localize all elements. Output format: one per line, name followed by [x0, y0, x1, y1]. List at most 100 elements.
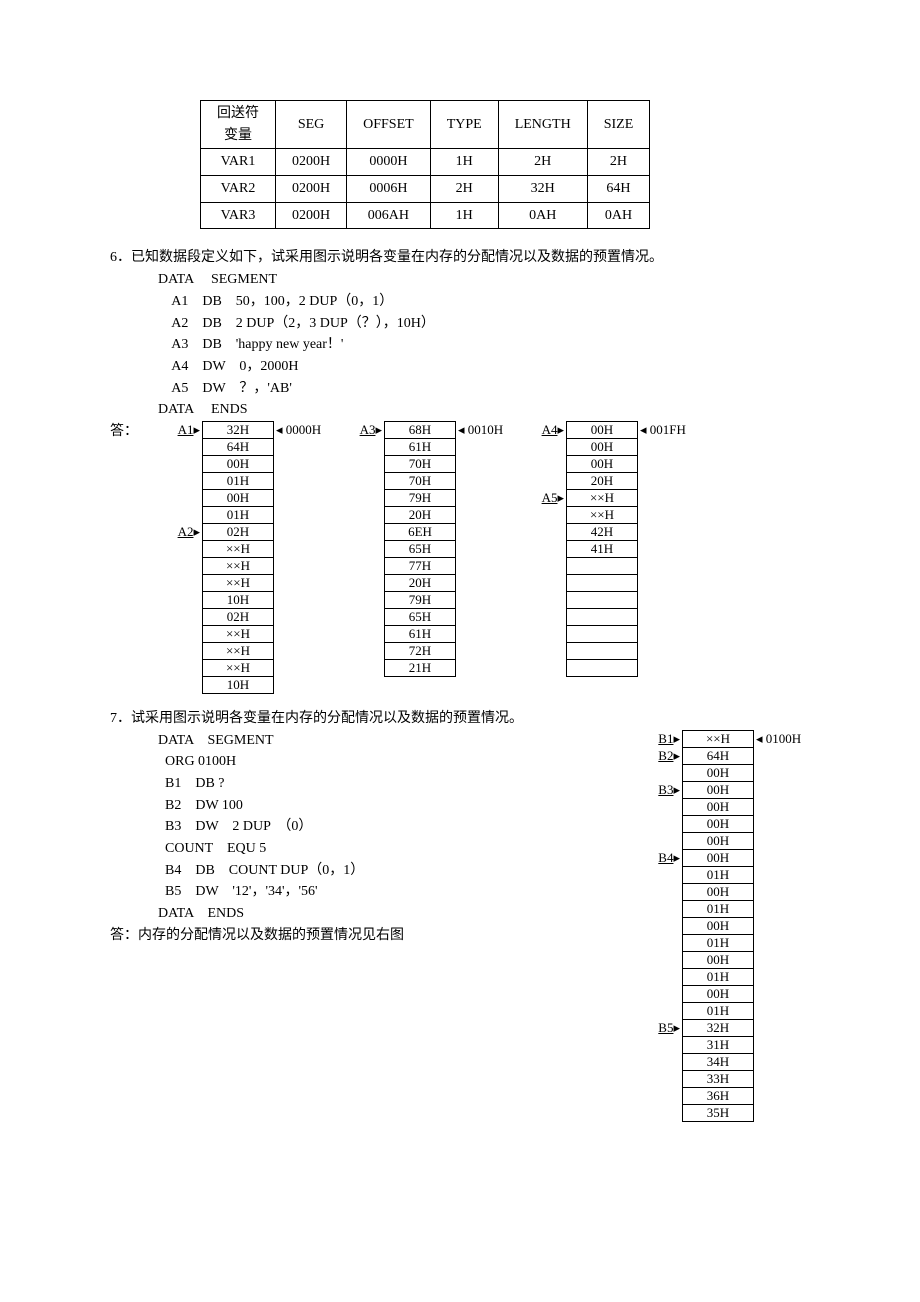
mem-label [638, 832, 682, 849]
mem-label [158, 506, 202, 523]
mem-addr [754, 985, 810, 1002]
th-length: LENGTH [498, 101, 587, 149]
mem-addr [274, 557, 330, 574]
mem-label [522, 438, 566, 455]
mem-addr [456, 472, 512, 489]
mem-cell: 79H [385, 489, 456, 506]
mem-label: A5▸ [522, 489, 566, 506]
mem-label [522, 625, 566, 642]
mem-addr [274, 659, 330, 676]
mem-label [522, 455, 566, 472]
mem-label: B4▸ [638, 849, 682, 866]
mem-addr [638, 574, 694, 591]
mem-addr [274, 506, 330, 523]
mem-addr [456, 523, 512, 540]
mem-cell: 79H [385, 591, 456, 608]
mem-label: A2▸ [158, 523, 202, 540]
mem-addr [638, 540, 694, 557]
cell: 006AH [347, 202, 431, 229]
table-row: VAR3 0200H 006AH 1H 0AH 0AH [201, 202, 650, 229]
mem-addr [754, 1002, 810, 1019]
mem-cell [567, 608, 638, 625]
mem-addr [274, 438, 330, 455]
mem-addr [754, 747, 810, 764]
mem-addr [754, 917, 810, 934]
mem-addr [456, 438, 512, 455]
mem-cell: 01H [203, 472, 274, 489]
mem-label [158, 489, 202, 506]
mem-label [638, 934, 682, 951]
mem-addr [754, 883, 810, 900]
mem-cell: 72H [385, 642, 456, 659]
mem-cell: 00H [683, 832, 754, 849]
mem-label [158, 557, 202, 574]
mem-addr [638, 557, 694, 574]
mem-cell: 77H [385, 557, 456, 574]
q6-code-5: A5 DW ？，'AB' [110, 378, 810, 400]
var-table: 回送符变量 SEG OFFSET TYPE LENGTH SIZE VAR1 0… [200, 100, 650, 229]
mem-addr [456, 659, 512, 676]
mem-addr [638, 608, 694, 625]
table-row: VAR2 0200H 0006H 2H 32H 64H [201, 176, 650, 203]
mem-addr: ◂ 0000H [274, 421, 330, 438]
mem-cell: 32H [203, 421, 274, 438]
mem-addr [638, 642, 694, 659]
mem-cell: 21H [385, 659, 456, 676]
mem-label [638, 1070, 682, 1087]
mem-addr [456, 489, 512, 506]
mem-label [340, 472, 384, 489]
mem-cell: 00H [567, 421, 638, 438]
mem-label [638, 1002, 682, 1019]
mem-cell [567, 625, 638, 642]
mem-cell: 42H [567, 523, 638, 540]
mem-label [638, 1104, 682, 1121]
mem-cell: 00H [683, 781, 754, 798]
mem-addr [754, 849, 810, 866]
q7-code-3: B2 DW 100 [110, 795, 598, 817]
mem-label: B1▸ [638, 730, 682, 747]
cell: 64H [587, 176, 650, 203]
mem-addr [274, 489, 330, 506]
mem-cell: ××H [683, 730, 754, 747]
cell: VAR2 [201, 176, 276, 203]
q6-code-3: A3 DB 'happy new year！' [110, 334, 810, 356]
mem-cell: ××H [203, 625, 274, 642]
mem-cell: 64H [683, 747, 754, 764]
cell: 1H [430, 149, 498, 176]
mem-addr [754, 1036, 810, 1053]
mem-cell: 70H [385, 472, 456, 489]
mem-label: A3▸ [340, 421, 384, 438]
mem-cell: 36H [683, 1087, 754, 1104]
mem-label: A1▸ [158, 421, 202, 438]
q6-code-0: DATA SEGMENT [110, 269, 810, 291]
mem-addr [754, 866, 810, 883]
mem-label [158, 574, 202, 591]
mem-cell: 01H [683, 968, 754, 985]
mem-cell: 64H [203, 438, 274, 455]
q6-code-2: A2 DB 2 DUP（2，3 DUP（？），10H） [110, 313, 810, 335]
mem-addr: ◂ 0100H [754, 730, 810, 747]
mem-cell: 01H [683, 900, 754, 917]
mem-cell: 00H [683, 883, 754, 900]
cell: 0006H [347, 176, 431, 203]
question-6: 6．已知数据段定义如下，试采用图示说明各变量在内存的分配情况以及数据的预置情况。 [110, 247, 810, 269]
mem-cell: 68H [385, 421, 456, 438]
mem-label [340, 557, 384, 574]
mem-label: A4▸ [522, 421, 566, 438]
mem-cell: 01H [203, 506, 274, 523]
q7-code-7: B5 DW '12'，'34'，'56' [110, 881, 598, 903]
mem-addr [638, 591, 694, 608]
mem-addr [274, 591, 330, 608]
mem-label [158, 438, 202, 455]
mem-addr [274, 455, 330, 472]
mem-label [522, 557, 566, 574]
q7-code-1: ORG 0100H [110, 751, 598, 773]
th-offset: OFFSET [347, 101, 431, 149]
mem-label [158, 540, 202, 557]
th-seg: SEG [276, 101, 347, 149]
mem-col: ××H64H00H00H00H00H00H00H01H00H01H00H01H0… [682, 730, 754, 1122]
q7-code-0: DATA SEGMENT [110, 730, 598, 752]
q6-code-6: DATA ENDS [110, 399, 810, 421]
mem-label [522, 523, 566, 540]
mem-label [340, 523, 384, 540]
